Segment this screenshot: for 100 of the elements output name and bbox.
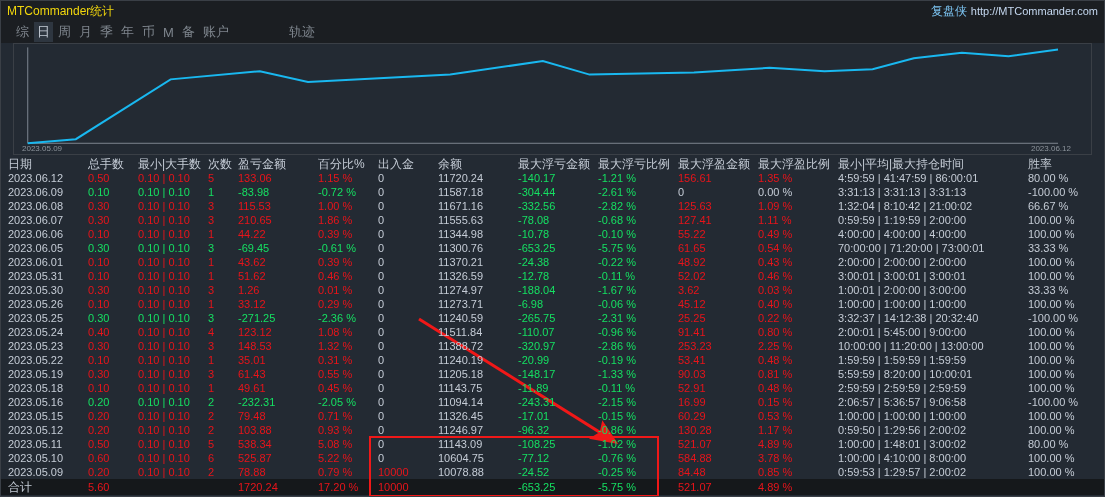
table-cell-text: -100.00 % — [1028, 311, 1080, 325]
table-cell-text: 2023.06.06 — [8, 227, 65, 241]
table-cell-text: 0.10 | 0.10 — [138, 353, 191, 367]
table-cell-text: 1:00:00 | 1:00:00 | 1:00:00 — [838, 409, 968, 423]
table-cell-text: 0.54 % — [758, 241, 794, 255]
table-cell-text: 91.41 — [678, 325, 707, 339]
table-cell-text: 0.10 | 0.10 — [138, 465, 191, 479]
table-cell-text: 584.88 — [678, 451, 713, 465]
table-cell-text: -110.07 — [518, 325, 556, 339]
table-cell-text: 0:59:53 | 1:29:57 | 2:00:02 — [838, 465, 968, 479]
table-cell-text: 2023.06.08 — [8, 199, 65, 213]
table-cell-text: 11143.75 — [438, 381, 484, 395]
table-cell-text: -24.38 — [518, 255, 551, 269]
table-cell-text: -6.98 — [518, 297, 545, 311]
table-cell-text: 0.40 — [88, 325, 111, 339]
table-cell-text: 0 — [378, 353, 386, 367]
table-cell-text: 0.10 | 0.10 — [138, 199, 191, 213]
table-cell-text: -78.08 — [518, 213, 551, 227]
table-cell-text: 52.02 — [678, 269, 707, 283]
table-cell-text: 11326.45 — [438, 409, 485, 423]
table-cell-text: 11094.14 — [438, 395, 485, 409]
table-cell-text: 17.20 % — [318, 480, 360, 495]
table-cell-text: 1.11 % — [758, 213, 793, 227]
table-cell-text: 45.12 — [678, 297, 707, 311]
table-cell-text: 5 — [208, 171, 216, 185]
table-cell-text: 0 — [378, 255, 386, 269]
table-cell-text: 2023.05.19 — [8, 367, 65, 381]
table-cell-text: 2023.05.16 — [8, 395, 65, 409]
website-link[interactable]: http://MTCommander.com — [970, 5, 1098, 17]
table-cell-text: 0 — [378, 367, 386, 381]
tab[interactable]: 备 — [178, 22, 198, 42]
table-cell-text: -271.25 — [238, 311, 277, 325]
tab[interactable]: M — [160, 23, 177, 41]
tab[interactable]: 账户 — [199, 22, 232, 42]
table-cell-text: -332.56 — [518, 199, 557, 213]
table-cell-text: 4:59:59 | 41:47:59 | 86:00:01 — [838, 171, 980, 185]
table-cell-text: 0 — [378, 171, 386, 185]
table-cell-text: -1.21 % — [598, 171, 637, 185]
table-cell-text: -10.78 — [518, 227, 551, 241]
table-cell-text: 0.10 | 0.10 — [138, 227, 191, 241]
table-cell-text: 100.00 % — [1028, 325, 1076, 339]
table-cell-text: -2.05 % — [318, 395, 357, 409]
table-cell-text: 78.88 — [238, 465, 267, 479]
table-cell-text: 0:59:59 | 1:19:59 | 2:00:00 — [838, 213, 968, 227]
tab[interactable]: 年 — [118, 22, 137, 42]
table-cell-text: 521.07 — [678, 480, 713, 495]
tab[interactable]: 季 — [97, 22, 116, 42]
table-cell-text: 11273.71 — [438, 297, 485, 311]
table-cell-text: 0 — [378, 311, 386, 325]
table-cell-text: 5.22 % — [318, 451, 354, 465]
tab[interactable]: 综 — [13, 22, 32, 42]
column-header: 最大浮盈比例 — [758, 157, 831, 171]
table-cell-text: 0.20 — [88, 409, 111, 423]
table-cell-text: -0.68 % — [598, 213, 637, 227]
column-header: 最小|大手数 — [138, 157, 203, 171]
table-cell-text: 2 — [208, 395, 216, 409]
table-cell-text: 0.10 | 0.10 — [138, 213, 191, 227]
table-cell-text: 0 — [378, 339, 386, 353]
table-cell-text: 0 — [378, 395, 386, 409]
table-cell-text: 11274.97 — [438, 283, 485, 297]
table-cell-text: 11143.09 — [438, 437, 484, 451]
table-cell-text: 100.00 % — [1028, 367, 1076, 381]
table-cell-text: 11246.97 — [438, 423, 485, 437]
table-cell-text: 5:59:59 | 8:20:00 | 10:00:01 — [838, 367, 974, 381]
table-cell-text: 2023.06.05 — [8, 241, 65, 255]
tab[interactable]: 周 — [55, 22, 74, 42]
table-cell-text: 1:00:00 | 1:00:00 | 1:00:00 — [838, 297, 968, 311]
table-cell-text: 0 — [378, 283, 386, 297]
table-cell-text: 4.89 % — [758, 480, 794, 495]
table-cell-text: 11300.76 — [438, 241, 485, 255]
column-header: 次数 — [208, 157, 233, 171]
table-cell-text: 0.30 — [88, 339, 111, 353]
table-cell-text: 3:32:37 | 14:12:38 | 20:32:40 — [838, 311, 980, 325]
table-cell-text: -1.67 % — [598, 283, 637, 297]
table-cell-text: 1 — [208, 381, 216, 395]
table-cell-text: -0.72 % — [318, 185, 357, 199]
table-cell-text: -0.15 % — [598, 409, 637, 423]
table-cell-text: 3.78 % — [758, 451, 794, 465]
table-cell-text: 0.10 — [88, 185, 111, 199]
table-cell-text: 0.39 % — [318, 227, 354, 241]
table-cell-text: 0.10 | 0.10 — [138, 269, 191, 283]
table-cell-text: 148.53 — [238, 339, 273, 353]
table-cell-text: 0.39 % — [318, 255, 354, 269]
table-cell-text: 1720.24 — [238, 480, 279, 495]
table-cell-text: 16.99 — [678, 395, 707, 409]
table-cell-text: 33.33 % — [1028, 283, 1070, 297]
table-cell-text: 0.71 % — [318, 409, 354, 423]
table-cell-text: 80.00 % — [1028, 171, 1070, 185]
tab[interactable]: 月 — [76, 22, 95, 42]
table-cell-text: 100.00 % — [1028, 381, 1076, 395]
table-cell-text: 0.22 % — [758, 311, 794, 325]
tab[interactable]: 日 — [34, 22, 53, 42]
table-cell-text: -1.02 % — [598, 437, 637, 451]
table-cell-text: 1.08 % — [318, 325, 354, 339]
table-cell-text: -2.86 % — [598, 339, 637, 353]
tab[interactable]: 轨迹 — [285, 22, 318, 42]
table-cell-text: -0.96 % — [598, 325, 637, 339]
table-cell-text: 2023.05.25 — [8, 311, 65, 325]
table-cell-text: 0 — [678, 185, 686, 199]
tab[interactable]: 币 — [139, 22, 158, 42]
